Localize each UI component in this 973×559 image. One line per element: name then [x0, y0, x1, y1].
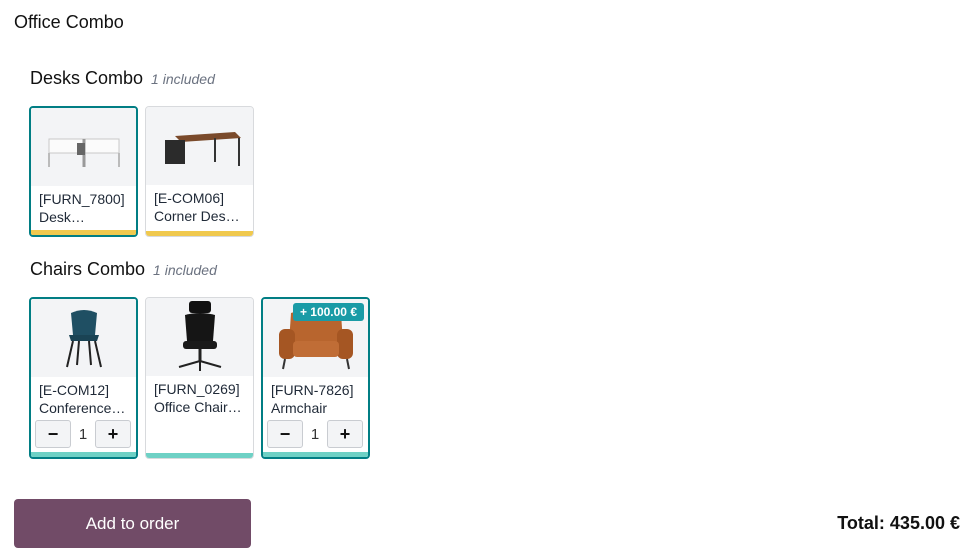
product-code: [FURN-7826] — [271, 382, 354, 398]
page-title: Office Combo — [14, 12, 124, 32]
product-label: [E-COM06] Corner Desk… — [146, 185, 253, 225]
section-title: Chairs Combo — [30, 259, 146, 279]
product-name: Office Chair… — [154, 399, 242, 415]
category-bar — [31, 230, 136, 235]
total-amount: Total: 435.00 € — [837, 513, 960, 533]
desks-combo-header: Desks Combo 1 included — [30, 68, 215, 89]
product-code: [E-COM06] — [154, 190, 225, 206]
office-chair-image-icon — [146, 298, 253, 376]
category-bar — [146, 453, 253, 458]
product-code: [E-COM12] — [39, 382, 110, 398]
product-card-e-com06[interactable]: [E-COM06] Corner Desk… — [145, 106, 254, 237]
product-label: [FURN-7826] Armchair — [263, 377, 368, 417]
quantity-value: 1 — [78, 425, 88, 443]
quantity-value: 1 — [310, 425, 320, 443]
product-card-furn-7800[interactable]: [FURN_7800] Desk… — [29, 106, 138, 237]
category-bar — [31, 452, 136, 457]
product-name: Corner Desk… — [154, 208, 245, 224]
product-card-furn-0269[interactable]: [FURN_0269] Office Chair… — [145, 297, 254, 459]
add-to-order-button[interactable]: Add to order — [14, 499, 251, 548]
plus-icon[interactable]: + — [95, 420, 131, 448]
product-name: Desk… — [39, 209, 85, 225]
corner-desk-image-icon — [146, 107, 253, 185]
minus-icon[interactable]: − — [267, 420, 303, 448]
armchair-image-icon: + 100.00 € — [263, 299, 368, 377]
product-label: [E-COM12] Conference… — [31, 377, 136, 417]
desks-grid: [FURN_7800] Desk… [E-COM06] Corner Desk… — [29, 106, 254, 237]
product-label: [FURN_7800] Desk… — [31, 186, 136, 226]
section-subtitle: 1 included — [153, 262, 217, 278]
product-card-furn-7826[interactable]: + 100.00 € [FURN-7826] Armchair − 1 + — [261, 297, 370, 459]
product-name: Conference… — [39, 400, 126, 416]
product-card-e-com12[interactable]: [E-COM12] Conference… − 1 + — [29, 297, 138, 459]
quantity-stepper: − 1 + — [35, 420, 131, 448]
chairs-grid: [E-COM12] Conference… − 1 + [FURN_0269] … — [29, 297, 370, 459]
product-code: [FURN_7800] — [39, 191, 125, 207]
plus-icon[interactable]: + — [327, 420, 363, 448]
chairs-combo-header: Chairs Combo 1 included — [30, 259, 217, 280]
product-code: [FURN_0269] — [154, 381, 240, 397]
product-label: [FURN_0269] Office Chair… — [146, 376, 253, 416]
minus-icon[interactable]: − — [35, 420, 71, 448]
product-name: Armchair — [271, 400, 328, 416]
extra-price-badge: + 100.00 € — [292, 303, 364, 321]
section-title: Desks Combo — [30, 68, 144, 88]
desk-image-icon — [31, 108, 136, 186]
section-subtitle: 1 included — [151, 71, 215, 87]
category-bar — [146, 231, 253, 236]
category-bar — [263, 452, 368, 457]
chair-image-icon — [31, 299, 136, 377]
quantity-stepper: − 1 + — [267, 420, 363, 448]
